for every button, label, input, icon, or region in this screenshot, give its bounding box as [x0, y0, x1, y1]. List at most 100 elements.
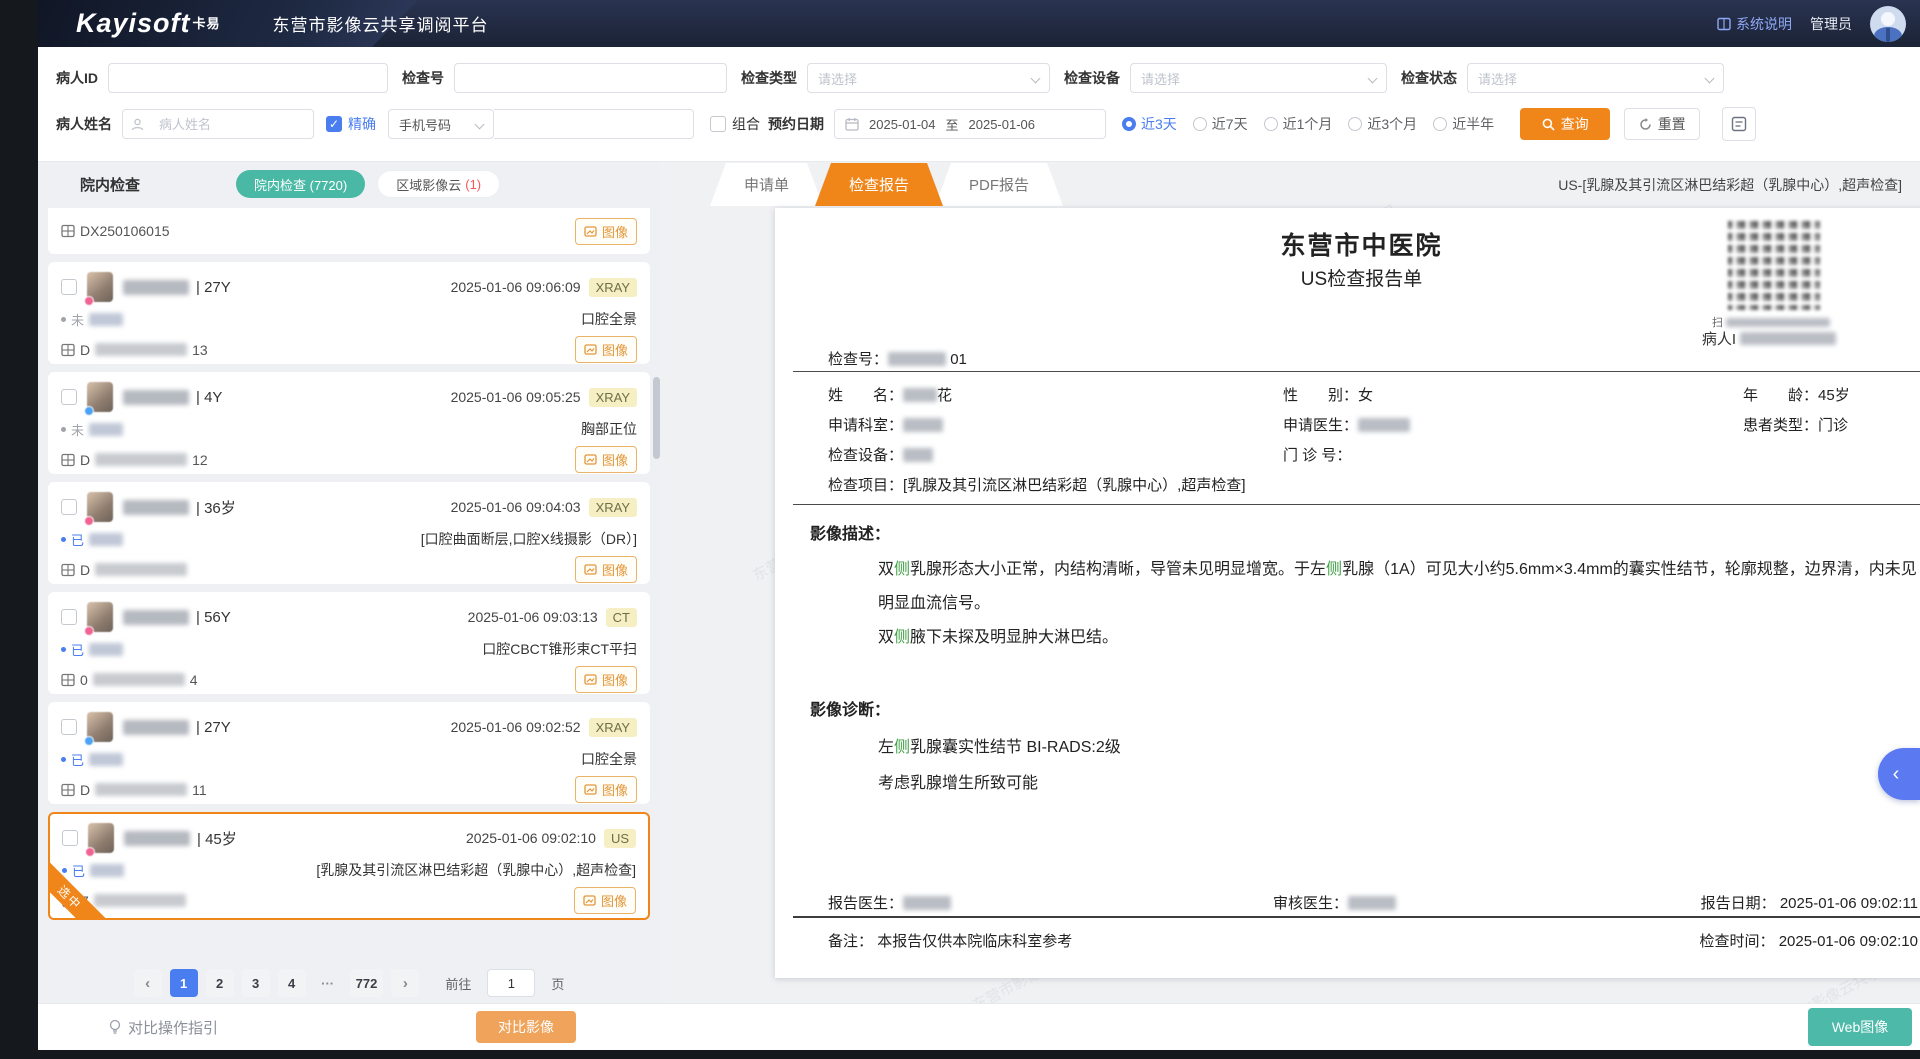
- next-page-button[interactable]: ›: [391, 969, 419, 997]
- brand-logo: Kayisoft卡易: [76, 8, 221, 39]
- phone-type-select[interactable]: 手机号码: [388, 109, 494, 139]
- quick-range-radio[interactable]: 近半年: [1433, 114, 1494, 134]
- user-avatar[interactable]: [1870, 6, 1906, 42]
- viewer-tab[interactable]: 申请单: [710, 163, 823, 206]
- bulb-icon: [108, 1019, 122, 1035]
- exam-type-select[interactable]: 请选择: [807, 63, 1050, 93]
- page-button[interactable]: 2: [206, 969, 234, 997]
- quick-range-radio[interactable]: 近3天: [1122, 114, 1177, 134]
- patient-name-redacted: [123, 390, 189, 405]
- viewer-tab[interactable]: 检查报告: [815, 163, 943, 206]
- image-button[interactable]: 图像: [574, 887, 636, 914]
- booking-date-label: 预约日期: [768, 114, 824, 134]
- field-device: 检查设备：: [828, 444, 933, 465]
- image-button[interactable]: 图像: [575, 336, 637, 363]
- web-image-button[interactable]: Web图像: [1808, 1008, 1912, 1046]
- field-patient-type: 患者类型：门诊: [1743, 414, 1848, 435]
- patient-id-input[interactable]: [108, 63, 388, 93]
- exam-datetime: 2025-01-06 09:03:13: [468, 609, 598, 625]
- image-button[interactable]: 图像: [575, 446, 637, 473]
- report-paragraph: 左侧乳腺囊实性结节 BI-RADS:2级: [878, 730, 1920, 766]
- date-to[interactable]: 2025-01-06: [969, 117, 1036, 132]
- exam-checkbox[interactable]: [61, 609, 77, 625]
- exam-card[interactable]: | 36岁 2025-01-06 09:04:03 XRAY 已 [口腔曲面断层…: [48, 482, 650, 584]
- date-to-word: 至: [946, 115, 959, 134]
- patient-age: | 27Y: [196, 279, 231, 296]
- reset-button[interactable]: 重置: [1624, 108, 1700, 140]
- quick-range-radio[interactable]: 近7天: [1193, 114, 1248, 134]
- exam-id: D: [61, 562, 192, 578]
- exam-card[interactable]: | 4Y 2025-01-06 09:05:25 XRAY 未 胸部正位 D12…: [48, 372, 650, 474]
- report-status: 未: [61, 310, 123, 329]
- calendar-icon: [845, 117, 859, 131]
- exam-status-select[interactable]: 请选择: [1467, 63, 1724, 93]
- patient-age: | 56Y: [196, 609, 231, 626]
- exam-checkbox[interactable]: [61, 389, 77, 405]
- exam-card-partial[interactable]: DX250106015 图像: [48, 208, 650, 254]
- compare-images-button[interactable]: 对比影像: [476, 1011, 576, 1043]
- date-range-picker[interactable]: 2025-01-04 至 2025-01-06: [834, 109, 1106, 139]
- exam-id: 04: [61, 672, 198, 688]
- image-button[interactable]: 图像: [575, 776, 637, 803]
- tab-internal-exams[interactable]: 院内检查 (7720): [236, 170, 365, 198]
- prev-page-button[interactable]: ‹: [134, 969, 162, 997]
- film-icon: [61, 563, 75, 577]
- page-button[interactable]: 772: [350, 969, 384, 997]
- exact-checkbox[interactable]: ✓: [326, 116, 342, 132]
- patient-name-redacted: [123, 500, 189, 515]
- patient-name-input[interactable]: [122, 109, 314, 139]
- app-window: Kayisoft卡易 东营市影像云共享调阅平台 系统说明 管理员 病人ID 检查…: [38, 0, 1920, 1050]
- goto-label: 前往: [445, 974, 471, 993]
- image-button[interactable]: 图像: [575, 218, 637, 245]
- quick-range-radio[interactable]: 近1个月: [1264, 114, 1333, 134]
- goto-page-input[interactable]: [487, 969, 535, 997]
- compare-guide-link[interactable]: 对比操作指引: [108, 1017, 218, 1038]
- report-status: 未: [61, 420, 123, 439]
- chevron-down-icon: [1368, 74, 1378, 84]
- report-status: 已: [62, 861, 124, 880]
- exam-checkbox[interactable]: [61, 499, 77, 515]
- exam-description: 口腔全景: [581, 309, 637, 329]
- exam-description: 口腔CBCT锥形束CT平扫: [482, 639, 637, 659]
- date-from[interactable]: 2025-01-04: [869, 117, 936, 132]
- exam-checkbox[interactable]: [61, 279, 77, 295]
- image-button[interactable]: 图像: [575, 666, 637, 693]
- panel-splitter-handle[interactable]: [653, 377, 660, 459]
- tab-regional-cloud[interactable]: 区域影像云(1): [377, 170, 500, 198]
- image-edit-icon: [584, 343, 597, 356]
- combo-label: 组合: [732, 114, 760, 134]
- radio-icon: [1193, 117, 1207, 131]
- phone-input[interactable]: [494, 109, 694, 139]
- system-help-link[interactable]: 系统说明: [1717, 14, 1792, 34]
- page-button[interactable]: 4: [278, 969, 306, 997]
- exam-device-select[interactable]: 请选择: [1130, 63, 1387, 93]
- quick-range-radio[interactable]: 近3个月: [1348, 114, 1417, 134]
- exam-description: 胸部正位: [581, 419, 637, 439]
- page-button[interactable]: 3: [242, 969, 270, 997]
- patient-avatar: [88, 823, 114, 853]
- combo-checkbox[interactable]: [710, 116, 726, 132]
- film-icon: [61, 673, 75, 687]
- exam-card[interactable]: | 45岁 2025-01-06 09:02:10 US 已 [乳腺及其引流区淋…: [48, 812, 650, 920]
- exam-no-input[interactable]: [454, 63, 727, 93]
- image-button[interactable]: 图像: [575, 556, 637, 583]
- viewer-tab[interactable]: PDF报告: [935, 163, 1063, 206]
- chevron-left-icon: ‹: [1893, 763, 1900, 786]
- radio-icon: [1264, 117, 1278, 131]
- pages-ellipsis: ···: [314, 969, 342, 997]
- current-user[interactable]: 管理员: [1810, 14, 1852, 34]
- exam-card[interactable]: | 27Y 2025-01-06 09:02:52 XRAY 已 口腔全景 D1…: [48, 702, 650, 804]
- exam-id: 7: [62, 893, 191, 909]
- patient-name-field[interactable]: [131, 110, 305, 138]
- exam-card[interactable]: | 27Y 2025-01-06 09:06:09 XRAY 未 口腔全景 D1…: [48, 262, 650, 364]
- top-navbar: Kayisoft卡易 东营市影像云共享调阅平台 系统说明 管理员: [38, 0, 1920, 47]
- layout-config-button[interactable]: [1722, 107, 1756, 141]
- patient-age: | 36岁: [196, 497, 236, 518]
- radio-icon: [1348, 117, 1362, 131]
- exam-checkbox[interactable]: [62, 830, 78, 846]
- exam-checkbox[interactable]: [61, 719, 77, 735]
- exam-card[interactable]: | 56Y 2025-01-06 09:03:13 CT 已 口腔CBCT锥形束…: [48, 592, 650, 694]
- platform-title: 东营市影像云共享调阅平台: [273, 11, 489, 36]
- search-button[interactable]: 查询: [1520, 108, 1610, 140]
- page-button[interactable]: 1: [170, 969, 198, 997]
